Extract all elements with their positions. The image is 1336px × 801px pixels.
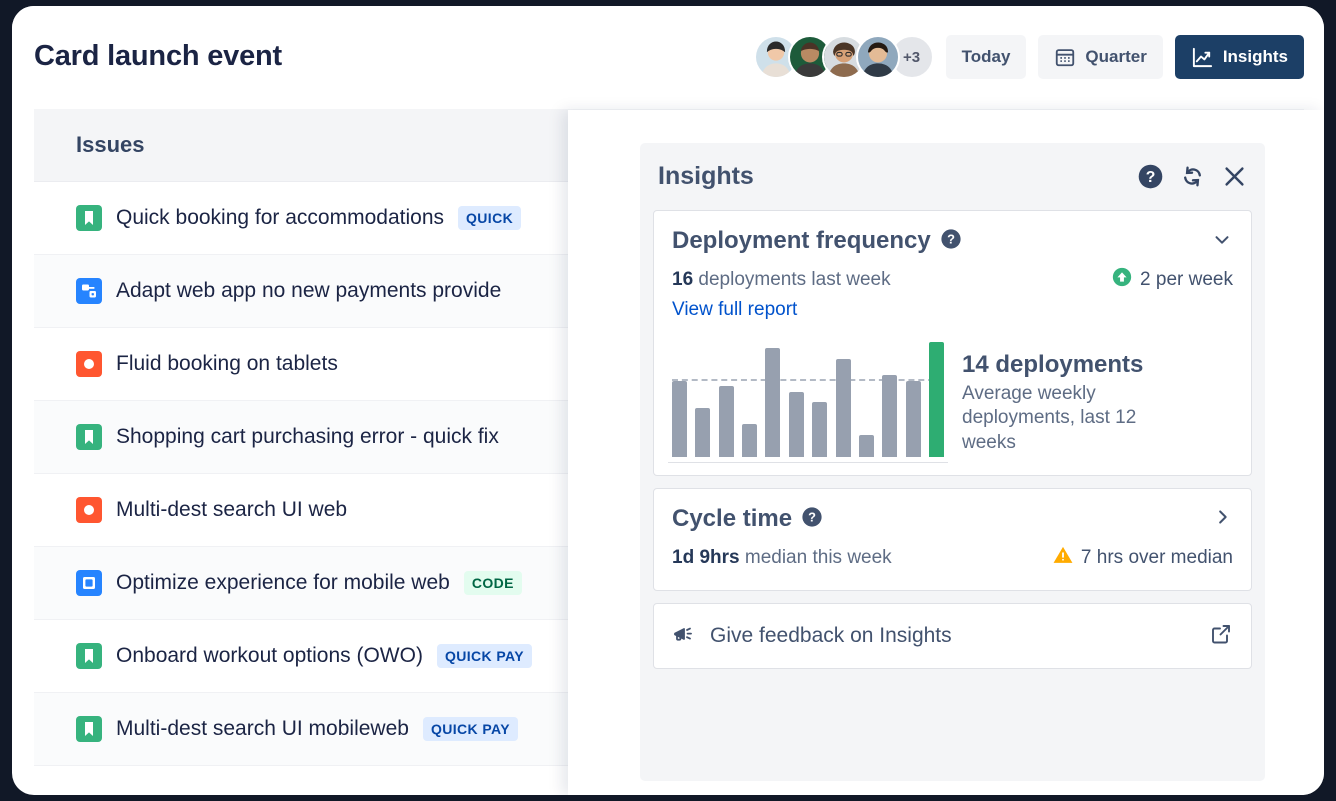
cycle-time-warning: 7 hrs over median: [1052, 544, 1233, 572]
chart-line-icon: [1191, 46, 1214, 69]
help-icon[interactable]: ?: [801, 506, 823, 533]
issue-title: Quick booking for accommodations: [116, 206, 444, 230]
quarter-button-label: Quarter: [1085, 47, 1146, 67]
insights-cards: Deployment frequency ? 16 deployments la…: [640, 210, 1265, 669]
insights-pane-actions: ?: [1136, 163, 1248, 191]
deployment-average-desc: Average weekly deployments, last 12 week…: [962, 382, 1177, 455]
story-icon: [76, 205, 102, 231]
issue-title: Onboard workout options (OWO): [116, 644, 423, 668]
deployment-stat-value: 16: [672, 269, 693, 290]
issue-title: Multi-dest search UI web: [116, 498, 347, 522]
chart-bar: [906, 381, 921, 457]
app-window: Card launch event +3 Today: [12, 6, 1324, 795]
chart-bar: [859, 435, 874, 457]
deployment-frequency-header: Deployment frequency ?: [672, 227, 1233, 255]
chart-bar: [695, 408, 710, 457]
arrow-up-circle-icon: [1111, 266, 1133, 294]
deployment-bar-chart: [672, 337, 944, 457]
chart-axis: [668, 462, 948, 463]
cycle-time-header: Cycle time ?: [672, 505, 1233, 533]
avatar[interactable]: [856, 35, 900, 79]
cycle-time-text: median this week: [740, 547, 892, 568]
cycle-time-stat: 1d 9hrs median this week: [672, 547, 892, 569]
chart-bar: [929, 342, 944, 457]
deployment-chart-area: 14 deployments Average weekly deployment…: [672, 337, 1233, 457]
issue-title: Fluid booking on tablets: [116, 352, 338, 376]
chart-bar: [789, 392, 804, 457]
deployment-frequency-card[interactable]: Deployment frequency ? 16 deployments la…: [653, 210, 1252, 476]
task-icon: [76, 278, 102, 304]
svg-text:?: ?: [1145, 169, 1155, 186]
chart-bar: [719, 386, 734, 457]
issue-badge: CODE: [464, 571, 522, 595]
story-icon: [76, 424, 102, 450]
today-button[interactable]: Today: [946, 35, 1027, 79]
chevron-right-icon[interactable]: [1211, 506, 1233, 533]
deployment-stat-line: 16 deployments last week 2 per week: [672, 266, 1233, 294]
cycle-time-card[interactable]: Cycle time ? 1d 9hrs median this week: [653, 488, 1252, 591]
cycle-time-value: 1d 9hrs: [672, 547, 740, 568]
deployment-average-value: 14 deployments: [962, 350, 1177, 380]
quarter-button[interactable]: Quarter: [1038, 35, 1162, 79]
app-header: Card launch event +3 Today: [12, 6, 1324, 109]
deployment-chart-note: 14 deployments Average weekly deployment…: [962, 350, 1177, 457]
chart-bar: [672, 381, 687, 457]
external-link-icon[interactable]: [1209, 622, 1233, 651]
insights-overlay: Insights ?: [568, 110, 1324, 795]
chart-bar: [812, 402, 827, 457]
chart-bar: [765, 348, 780, 457]
help-icon[interactable]: ?: [940, 228, 962, 255]
insights-button-label: Insights: [1223, 47, 1288, 67]
header-actions: +3 Today Quarter: [754, 35, 1304, 79]
cycle-time-warning-label: 7 hrs over median: [1081, 547, 1233, 569]
insights-pane-header: Insights ?: [640, 143, 1265, 210]
help-icon[interactable]: ?: [1136, 163, 1164, 191]
issue-title: Adapt web app no new payments provide: [116, 279, 501, 303]
issues-column-header-label: Issues: [76, 132, 145, 158]
story-icon: [76, 643, 102, 669]
story-icon: [76, 716, 102, 742]
chart-bar: [882, 375, 897, 457]
issue-badge: QUICK PAY: [437, 644, 532, 668]
give-feedback-label: Give feedback on Insights: [710, 624, 1195, 648]
deployment-trend-label: 2 per week: [1140, 269, 1233, 291]
avatar-group[interactable]: +3: [754, 35, 934, 79]
chart-bars: [672, 337, 944, 457]
bug-icon: [76, 497, 102, 523]
page-title: Card launch event: [34, 40, 282, 73]
deployment-frequency-title: Deployment frequency: [672, 227, 931, 255]
cycle-time-title: Cycle time: [672, 505, 792, 533]
issue-badge: QUICK PAY: [423, 717, 518, 741]
svg-text:?: ?: [808, 509, 816, 524]
chart-bar: [836, 359, 851, 457]
view-full-report-link[interactable]: View full report: [672, 299, 797, 321]
insights-pane-title: Insights: [658, 162, 1136, 191]
deployment-stat-text: deployments last week: [693, 269, 891, 290]
deployment-stat: 16 deployments last week: [672, 269, 891, 291]
cycle-time-stat-line: 1d 9hrs median this week 7 hrs over medi…: [672, 544, 1233, 572]
subtask-icon: [76, 570, 102, 596]
warning-icon: [1052, 544, 1074, 572]
issue-title: Shopping cart purchasing error - quick f…: [116, 425, 499, 449]
bug-icon: [76, 351, 102, 377]
insights-pane: Insights ?: [640, 143, 1265, 781]
calendar-icon: [1054, 46, 1076, 68]
chart-bar: [742, 424, 757, 457]
today-button-label: Today: [962, 47, 1011, 67]
chevron-down-icon[interactable]: [1211, 228, 1233, 255]
issue-title: Multi-dest search UI mobileweb: [116, 717, 409, 741]
close-icon[interactable]: [1220, 163, 1248, 191]
insights-button[interactable]: Insights: [1175, 35, 1304, 79]
megaphone-icon: [672, 622, 696, 651]
deployment-trend: 2 per week: [1111, 266, 1233, 294]
give-feedback-button[interactable]: Give feedback on Insights: [653, 603, 1252, 669]
svg-text:?: ?: [947, 231, 955, 246]
issue-title: Optimize experience for mobile web: [116, 571, 450, 595]
refresh-icon[interactable]: [1178, 163, 1206, 191]
issue-badge: QUICK: [458, 206, 521, 230]
